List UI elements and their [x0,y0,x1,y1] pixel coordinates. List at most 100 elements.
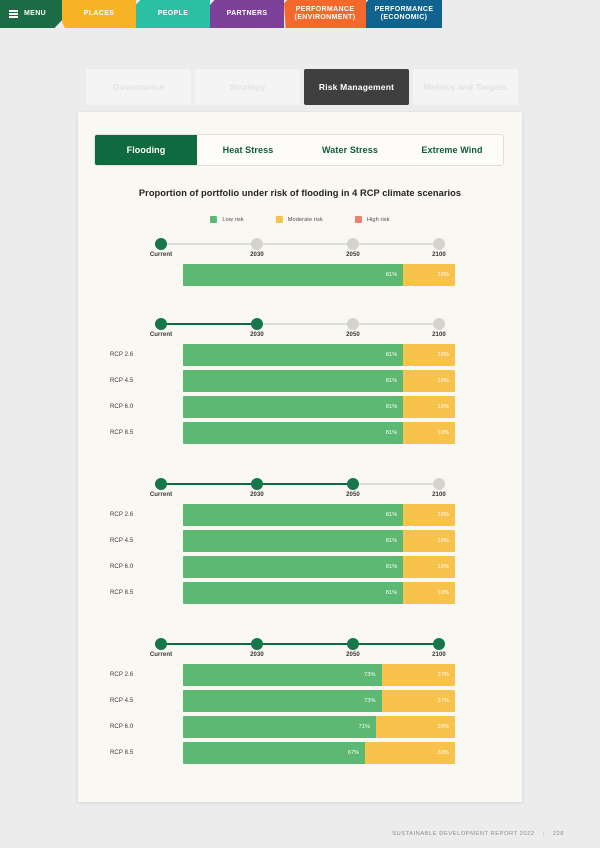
nav-tab-performance-economic-label: PERFORMANCE (ECONOMIC) [375,6,434,23]
bar-row: RCP 6.0 81% 19% [78,396,522,418]
slider-node-current[interactable] [155,638,167,650]
slider-node-current[interactable] [155,318,167,330]
stacked-bar: 81% 19% [183,504,455,526]
scenario-group-2050: Current 2030 2050 2100 RCP 2.6 81% 19% RCP 4.5 8… [78,474,522,608]
bar-segment-mod: 27% [381,664,455,686]
secondary-navigation: Governance Strategy Risk Management Metr… [86,69,518,105]
bar-row: RCP 6.0 71% 29% [78,716,522,738]
nav-tab-perfeco-line2: (ECONOMIC) [380,14,428,21]
bar-row-label: RCP 8.5 [110,590,134,596]
bar-segment-value: 19% [437,512,449,518]
bar-row: RCP 2.6 81% 19% [78,504,522,526]
timeline-slider-2050[interactable]: Current 2030 2050 2100 [150,474,446,504]
bar-segment-value: 81% [385,378,398,384]
bar-segment-mod: 19% [403,370,455,392]
subtab-metrics-and-targets-label: Metrics and Targets [423,82,508,92]
slider-node-2050[interactable] [347,318,359,330]
bar-segment-low: 81% [183,422,404,444]
slider-node-current[interactable] [155,238,167,250]
slider-node-2050[interactable] [347,638,359,650]
stacked-bar: 81% 19% [183,370,455,392]
slider-node-2100[interactable] [433,478,445,490]
footer-page-number: 228 [552,831,564,837]
bar-segment-value: 29% [437,724,449,730]
bar-segment-value: 19% [437,352,449,358]
content-sheet: Flooding Heat Stress Water Stress Extrem… [78,112,522,802]
legend-item-moderate-risk: Moderate risk [275,216,323,223]
slider-node-2030[interactable] [251,478,263,490]
stacked-bar: 67% 33% [183,742,455,764]
timeline-slider-2100[interactable]: Current 2030 2050 2100 [150,634,446,664]
bar-segment-value: 73% [364,672,376,678]
legend-item-high-risk: High risk [354,216,390,223]
nav-tab-perfenv-line2: (ENVIRONMENT) [294,14,356,21]
hazard-tab-flooding[interactable]: Flooding [95,135,197,165]
subtab-governance[interactable]: Governance [86,69,191,105]
bar-row-label: RCP 4.5 [110,698,134,704]
bar-segment-low: 81% [183,530,404,552]
bar-row: RCP 8.5 67% 33% [78,742,522,764]
nav-tab-people-wrap: PEOPLE [136,0,210,30]
subtab-risk-management[interactable]: Risk Management [304,69,409,105]
stacked-bar: 81% 19% [183,396,455,418]
bar-segment-mod: 19% [403,264,455,286]
bar-segment-value: 81% [385,404,398,410]
subtab-strategy[interactable]: Strategy [195,69,300,105]
bar-segment-mod: 19% [403,582,455,604]
slider-node-2100[interactable] [433,318,445,330]
slider-node-2030[interactable] [251,238,263,250]
timeline-slider-2030[interactable]: Current 2030 2050 2100 [150,314,446,344]
bar-row: RCP 4.5 81% 19% [78,530,522,552]
bar-segment-low: 71% [183,716,377,738]
bar-row: RCP 6.0 81% 19% [78,556,522,578]
page-footer: SUSTAINABLE DEVELOPMENT REPORT 2022 | 22… [0,831,600,837]
slider-node-label-2030: 2030 [250,652,264,658]
nav-tab-places[interactable]: PLACES [62,0,136,28]
bar-row-label: RCP 8.5 [110,750,134,756]
stacked-bar: 81% 19% [183,530,455,552]
slider-node-2100[interactable] [433,638,445,650]
bar-segment-value: 81% [385,564,398,570]
slider-node-label-2030: 2030 [250,332,264,338]
bar-segment-low: 81% [183,370,404,392]
bar-segment-mod: 19% [403,344,455,366]
bar-segment-low: 81% [183,396,404,418]
nav-tab-performance-environment-label: PERFORMANCE (ENVIRONMENT) [295,6,356,23]
stacked-bar: 81% 19% [183,582,455,604]
slider-node-label-2100: 2100 [432,492,446,498]
bar-segment-low: 81% [183,344,404,366]
bar-row-label: RCP 2.6 [110,512,134,518]
slider-node-2030[interactable] [251,638,263,650]
nav-tab-people[interactable]: PEOPLE [136,0,210,28]
nav-tab-performance-environment[interactable]: PERFORMANCE (ENVIRONMENT) [284,0,366,28]
bar-segment-low: 73% [183,664,382,686]
hazard-tab-water-stress[interactable]: Water Stress [299,135,401,165]
bar-segment-value: 33% [437,750,449,756]
slider-node-label-2100: 2100 [432,652,446,658]
primary-navigation: MENU PLACES PEOPLE PARTNERS PERFORMANCE … [0,0,600,30]
footer-report-title: SUSTAINABLE DEVELOPMENT REPORT 2022 [392,831,535,837]
timeline-slider-current[interactable]: Current 2030 2050 2100 [150,234,446,264]
hazard-tab-heat-stress[interactable]: Heat Stress [197,135,299,165]
bar-segment-value: 19% [437,272,449,278]
nav-tab-partners[interactable]: PARTNERS [210,0,284,28]
legend-label-high-risk: High risk [366,216,390,223]
bar-row: RCP 4.5 73% 27% [78,690,522,712]
slider-node-2050[interactable] [347,478,359,490]
hazard-tab-flooding-label: Flooding [126,145,166,155]
slider-node-current[interactable] [155,478,167,490]
chart-legend: Low risk Moderate risk High risk [78,216,522,223]
subtab-metrics-and-targets[interactable]: Metrics and Targets [413,69,518,105]
slider-node-2030[interactable] [251,318,263,330]
nav-tab-performance-economic[interactable]: PERFORMANCE (ECONOMIC) [366,0,442,28]
slider-node-2100[interactable] [433,238,445,250]
scenario-group-2100: Current 2030 2050 2100 RCP 2.6 73% 27% RCP 4.5 7… [78,634,522,768]
hazard-tab-extreme-wind[interactable]: Extreme Wind [401,135,503,165]
nav-tab-menu[interactable]: MENU [0,0,62,28]
stacked-bar: 71% 29% [183,716,455,738]
bar-segment-mod: 29% [376,716,455,738]
bar-segment-value: 81% [385,512,398,518]
slider-node-label-2050: 2050 [346,652,360,658]
slider-node-label-2050: 2050 [346,492,360,498]
slider-node-2050[interactable] [347,238,359,250]
